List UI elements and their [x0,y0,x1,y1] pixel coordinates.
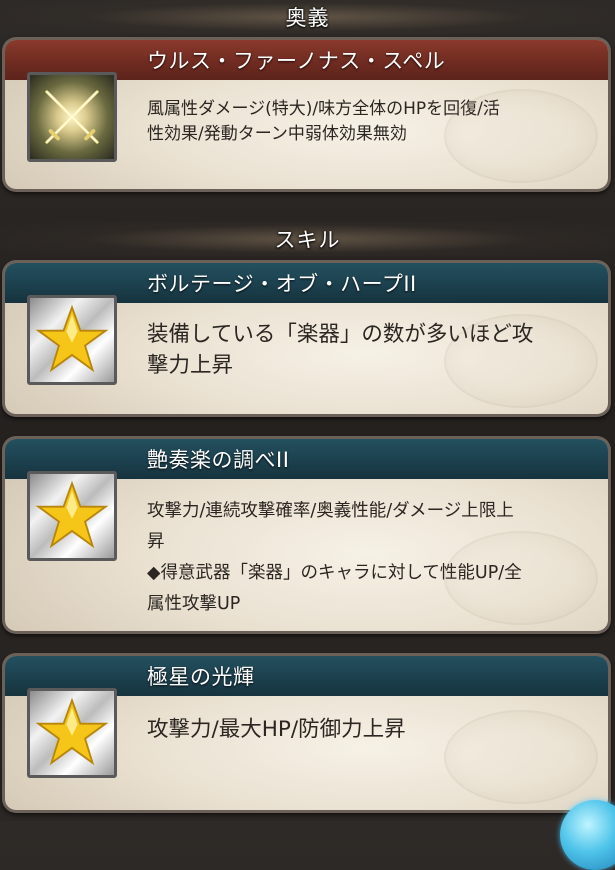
skill-card[interactable]: 艶奏楽の調べII 攻撃力/連続攻撃確率/奥義性能/ダメージ上限上 昇 ◆得意武器… [2,436,611,634]
skill-card[interactable]: ボルテージ・オブ・ハープII 装備している「楽器」の数が多いほど攻 撃力上昇 [2,260,611,417]
skill-section-header: スキル [0,222,615,256]
skill-card[interactable]: 極星の光輝 攻撃力/最大HP/防御力上昇 [2,653,611,813]
skill-name: 艶奏楽の調べII [147,448,290,472]
ougi-name: ウルス・ファーノナス・スペル [147,49,446,73]
ougi-section-label: 奥義 [285,6,330,30]
skill-name: ボルテージ・オブ・ハープII [147,272,417,296]
ougi-description: 風属性ダメージ(特大)/味方全体のHPを回復/活 性効果/発動ターン中弱体効果無… [147,99,500,144]
star-icon [27,471,117,561]
ougi-card[interactable]: ウルス・ファーノナス・スペル 風属性ダメージ(特大)/味方全体のHPを回復/活 … [2,37,611,192]
crossed-swords-icon [27,72,117,162]
skill-description: 攻撃力/最大HP/防御力上昇 [147,717,406,742]
skill-section-label: スキル [274,228,341,252]
floating-round-button[interactable] [560,800,615,870]
star-icon [27,295,117,385]
ougi-section-header: 奥義 [0,0,615,34]
skill-description: 攻撃力/連続攻撃確率/奥義性能/ダメージ上限上 昇 ◆得意武器「楽器」のキャラに… [147,501,522,614]
skill-name: 極星の光輝 [147,665,255,689]
star-icon [27,688,117,778]
skill-description: 装備している「楽器」の数が多いほど攻 撃力上昇 [147,322,534,378]
